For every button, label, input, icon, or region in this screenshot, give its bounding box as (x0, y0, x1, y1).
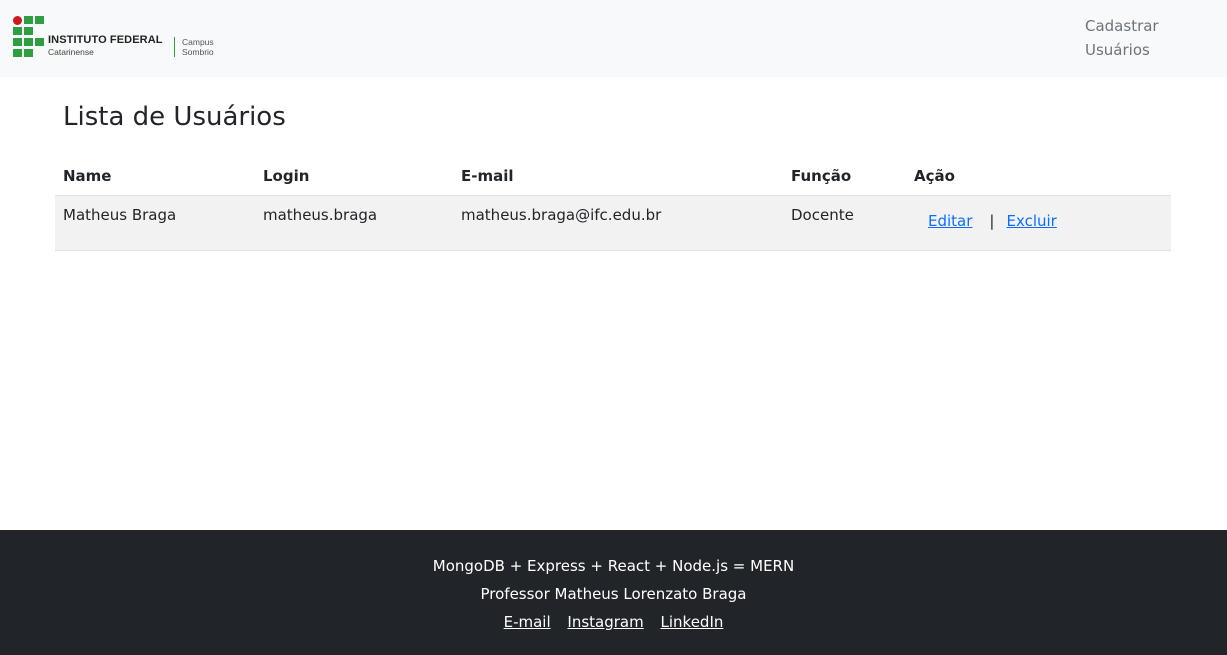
footer: MongoDB + Express + React + Node.js = ME… (0, 530, 1227, 655)
institution-logo[interactable]: INSTITUTO FEDERAL Catarinense Campus Som… (13, 16, 223, 60)
logo-icon (13, 16, 44, 57)
footer-instagram-link[interactable]: Instagram (567, 613, 643, 631)
cell-role: Docente (783, 195, 906, 251)
footer-email-link[interactable]: E-mail (504, 613, 551, 631)
logo-subname: Catarinense (48, 47, 94, 57)
table-row: Matheus Braga matheus.braga matheus.brag… (55, 195, 1171, 251)
navbar: INSTITUTO FEDERAL Catarinense Campus Som… (0, 0, 1227, 77)
footer-stack-text: MongoDB + Express + React + Node.js = ME… (432, 557, 795, 575)
page-title: Lista de Usuários (63, 102, 286, 132)
logo-divider (174, 37, 175, 57)
logo-name: INSTITUTO FEDERAL (48, 34, 163, 46)
column-header-email: E-mail (453, 157, 783, 196)
logo-campus-line2: Sombrio (182, 47, 214, 57)
column-header-name: Name (55, 157, 255, 196)
cell-name: Matheus Braga (55, 195, 255, 251)
cell-login: matheus.braga (255, 195, 453, 251)
footer-author-text: Professor Matheus Lorenzato Braga (480, 585, 747, 603)
cell-actions: Editar | Excluir (906, 195, 1171, 251)
column-header-action: Ação (906, 157, 1171, 196)
footer-linkedin-link[interactable]: LinkedIn (661, 613, 724, 631)
edit-link[interactable]: Editar (928, 212, 972, 230)
column-header-role: Função (783, 157, 906, 196)
nav-cadastrar-usuarios[interactable]: Cadastrar Usuários (1085, 14, 1195, 62)
footer-links: E-mail Instagram LinkedIn (0, 613, 1227, 631)
delete-link[interactable]: Excluir (1006, 212, 1056, 230)
logo-campus-line1: Campus (182, 37, 214, 47)
cell-email: matheus.braga@ifc.edu.br (453, 195, 783, 251)
logo-campus: Campus Sombrio (182, 37, 214, 57)
table-header: Name Login E-mail Função Ação (55, 157, 1171, 196)
users-table: Name Login E-mail Função Ação Matheus Br… (55, 157, 1171, 251)
action-separator: | (989, 211, 995, 230)
column-header-login: Login (255, 157, 453, 196)
